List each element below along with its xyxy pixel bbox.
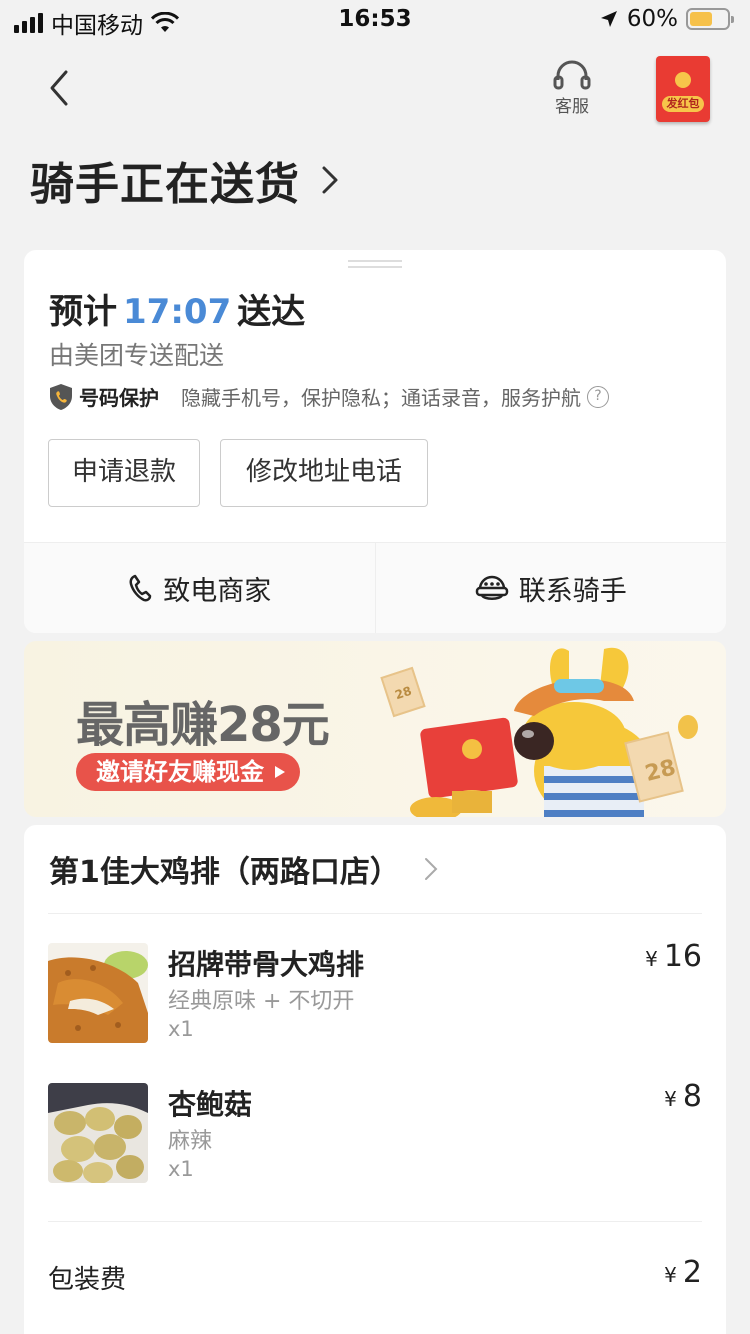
order-item: 杏鲍菇 麻辣 x1 ¥8 xyxy=(48,1079,702,1183)
divider xyxy=(48,913,702,914)
item-price-value: 8 xyxy=(682,1079,702,1114)
invite-promo-banner[interactable]: 最高赚28元 邀请好友赚现金 28 28 xyxy=(24,641,726,817)
customer-service-button[interactable]: 客服 xyxy=(540,60,604,120)
order-status-title[interactable]: 骑手正在送货 xyxy=(30,148,340,212)
contact-rider-button[interactable]: 联系骑手 xyxy=(374,543,727,633)
item-price-value: 16 xyxy=(663,939,702,974)
contact-rider-label: 联系骑手 xyxy=(518,575,627,607)
shop-name: 第1佳大鸡排（两路口店） xyxy=(49,855,400,890)
eta-suffix: 送达 xyxy=(237,292,306,332)
item-qty: x1 xyxy=(168,1157,194,1181)
order-item: 招牌带骨大鸡排 经典原味 + 不切开 x1 ¥16 xyxy=(48,939,702,1043)
protect-title: 号码保护 xyxy=(79,386,159,410)
delivery-provider: 由美团专送配送 xyxy=(49,341,225,370)
item-spec: 经典原味 + 不切开 xyxy=(168,989,355,1014)
customer-service-label: 客服 xyxy=(555,97,589,117)
king-oyster-mushroom-image xyxy=(48,1083,148,1183)
status-right: 60% xyxy=(599,6,734,32)
shop-link[interactable]: 第1佳大鸡排（两路口店） xyxy=(49,847,438,891)
back-button[interactable] xyxy=(40,68,80,108)
chevron-left-icon xyxy=(50,70,68,106)
promo-cta: 邀请好友赚现金 xyxy=(76,753,300,791)
currency-symbol: ¥ xyxy=(664,1087,677,1111)
triangle-right-icon xyxy=(275,766,285,778)
item-price: ¥8 xyxy=(664,1079,702,1114)
divider xyxy=(48,1221,702,1222)
chevron-right-icon xyxy=(424,858,438,880)
chicken-cutlet-image xyxy=(48,943,148,1043)
status-bar: 中国移动 16:53 60% xyxy=(0,0,750,40)
promo-cta-label: 邀请好友赚现金 xyxy=(96,758,264,786)
delivery-status-card: 预计 17:07 送达 由美团专送配送 号码保护 隐藏手机号，保护隐私；通话录音，服… xyxy=(24,250,726,633)
currency-symbol: ¥ xyxy=(645,947,658,971)
battery-percent: 60% xyxy=(626,6,678,32)
eta-line: 预计 17:07 送达 xyxy=(49,284,305,333)
kangaroo-mascot-illustration: 28 xyxy=(410,647,698,817)
promo-headline: 最高赚28元 xyxy=(76,697,330,753)
modify-address-button[interactable]: 修改地址电话 xyxy=(220,439,428,507)
coin-icon xyxy=(675,72,691,88)
fee-price-value: 2 xyxy=(682,1255,702,1290)
location-arrow-icon xyxy=(600,11,617,27)
packaging-fee-row: 包装费 ¥2 xyxy=(48,1255,702,1296)
call-merchant-button[interactable]: 致电商家 xyxy=(24,543,375,633)
headset-icon xyxy=(553,60,591,90)
call-merchant-label: 致电商家 xyxy=(163,575,272,607)
order-detail-card: 第1佳大鸡排（两路口店） 招牌带骨大鸡排 经典原味 + 不切开 x1 ¥16 杏… xyxy=(24,825,726,1334)
item-spec: 麻辣 xyxy=(168,1129,213,1154)
eta-time: 17:07 xyxy=(123,292,232,332)
item-name: 招牌带骨大鸡排 xyxy=(168,948,365,981)
shield-phone-icon xyxy=(50,383,72,410)
item-price: ¥16 xyxy=(645,939,702,974)
help-icon[interactable]: ? xyxy=(587,385,609,408)
phone-icon xyxy=(129,574,152,602)
drag-handle[interactable] xyxy=(348,260,402,268)
fee-label: 包装费 xyxy=(48,1265,127,1295)
battery-icon xyxy=(686,8,734,30)
send-red-packet-button[interactable]: 发红包 xyxy=(656,56,710,122)
red-packet-label: 发红包 xyxy=(662,96,704,112)
nav-bar: 客服 发红包 xyxy=(0,50,750,130)
protect-desc: 隐藏手机号，保护隐私；通话录音，服务护航 xyxy=(181,386,581,410)
page-title: 骑手正在送货 xyxy=(30,159,300,210)
refund-button[interactable]: 申请退款 xyxy=(48,439,200,507)
fee-price: ¥2 xyxy=(664,1255,702,1290)
chevron-right-icon xyxy=(322,166,338,194)
item-name: 杏鲍菇 xyxy=(168,1088,253,1121)
number-protection: 号码保护 隐藏手机号，保护隐私；通话录音，服务护航 ? xyxy=(49,382,609,411)
currency-symbol: ¥ xyxy=(664,1263,677,1287)
eta-prefix: 预计 xyxy=(49,292,117,332)
item-qty: x1 xyxy=(168,1017,194,1041)
contact-actions: 致电商家 联系骑手 xyxy=(24,542,726,633)
rider-icon xyxy=(475,575,508,600)
